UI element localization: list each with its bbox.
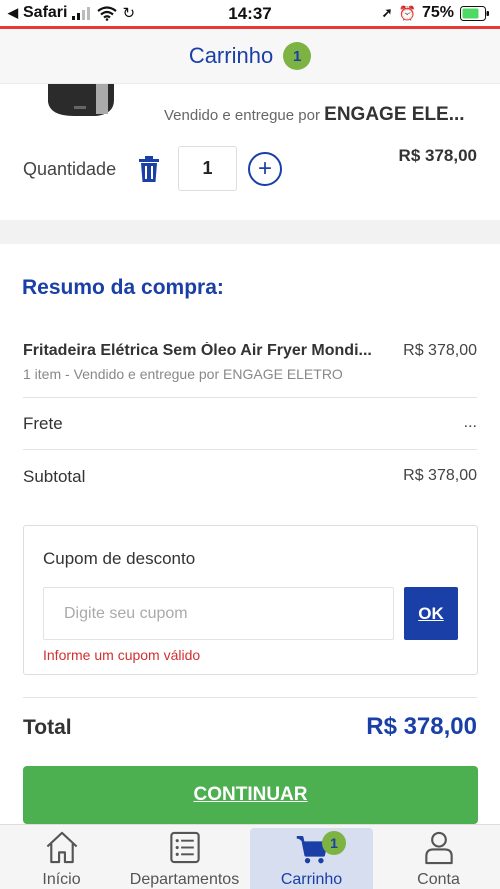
home-icon xyxy=(46,831,77,864)
product-image[interactable] xyxy=(44,84,116,118)
list-icon xyxy=(169,831,200,864)
continue-button[interactable]: CONTINUAR xyxy=(23,766,478,824)
nav-item-inicio[interactable]: Início xyxy=(0,825,123,889)
user-icon xyxy=(424,831,453,865)
sold-by-prefix: Vendido e entregue por xyxy=(164,107,320,124)
seller-name: ENGAGE ELE... xyxy=(324,104,465,125)
nav-label: Departamentos xyxy=(129,871,240,888)
summary-item-price: R$ 378,00 xyxy=(403,342,477,359)
frete-value: ... xyxy=(463,414,477,431)
coupon-error: Informe um cupom válido xyxy=(43,647,201,663)
subtotal-label: Subtotal xyxy=(23,467,86,486)
summary-title: Resumo da compra: xyxy=(22,276,224,299)
nav-item-conta[interactable]: Conta xyxy=(377,825,500,889)
total-value: R$ 378,00 xyxy=(366,713,477,740)
cart-product-card: Vendido e entregue por ENGAGE ELE... Qua… xyxy=(0,84,500,220)
coupon-input[interactable] xyxy=(43,587,394,640)
divider xyxy=(23,449,477,450)
summary-item-sub: 1 item - Vendido e entregue por ENGAGE E… xyxy=(23,366,343,382)
nav-item-carrinho[interactable]: 1 Carrinho xyxy=(250,828,373,889)
app-root: ◀ Safari ↻ 14:37 ➚ ⏰ 75% Carrinho 1 Vend… xyxy=(0,0,500,889)
status-right: ➚ ⏰ 75% xyxy=(382,4,490,22)
frete-label: Frete xyxy=(23,414,63,433)
seller-line: Vendido e entregue por ENGAGE ELE... xyxy=(164,104,465,126)
section-gap xyxy=(0,220,500,244)
subtotal-value: R$ 378,00 xyxy=(403,467,477,484)
cart-count-badge: 1 xyxy=(283,42,312,70)
total-label: Total xyxy=(23,716,72,739)
increase-quantity-button[interactable]: + xyxy=(248,152,282,186)
coupon-ok-button[interactable]: OK xyxy=(404,587,458,640)
page-title: Carrinho xyxy=(188,43,274,68)
purchase-summary: Resumo da compra: Fritadeira Elétrica Se… xyxy=(0,244,500,824)
coupon-label: Cupom de desconto xyxy=(43,549,196,568)
location-icon: ➚ xyxy=(381,5,393,20)
status-bar: ◀ Safari ↻ 14:37 ➚ ⏰ 75% xyxy=(0,0,500,26)
bottom-nav: Início Departamentos 1 Carrinho Conta xyxy=(0,824,500,889)
divider xyxy=(23,397,477,398)
battery-percent: 75% xyxy=(421,4,454,21)
page-header: Carrinho 1 xyxy=(0,29,500,84)
quantity-stepper-value[interactable]: 1 xyxy=(178,146,237,191)
trash-icon[interactable] xyxy=(138,156,160,182)
nav-item-departamentos[interactable]: Departamentos xyxy=(123,825,246,889)
plus-icon: + xyxy=(257,155,272,182)
nav-label: Conta xyxy=(417,871,460,888)
alarm-icon: ⏰ xyxy=(398,4,416,21)
battery-icon xyxy=(460,5,489,21)
divider xyxy=(23,697,477,698)
nav-label: Início xyxy=(42,871,81,888)
product-price: R$ 378,00 xyxy=(398,146,477,165)
nav-cart-badge: 1 xyxy=(322,831,346,855)
summary-item-name: Fritadeira Elétrica Sem Óleo Air Fryer M… xyxy=(23,342,372,359)
coupon-box: Cupom de desconto OK Informe um cupom vá… xyxy=(23,525,478,675)
nav-label: Carrinho xyxy=(280,871,343,888)
quantity-label: Quantidade xyxy=(23,159,117,179)
